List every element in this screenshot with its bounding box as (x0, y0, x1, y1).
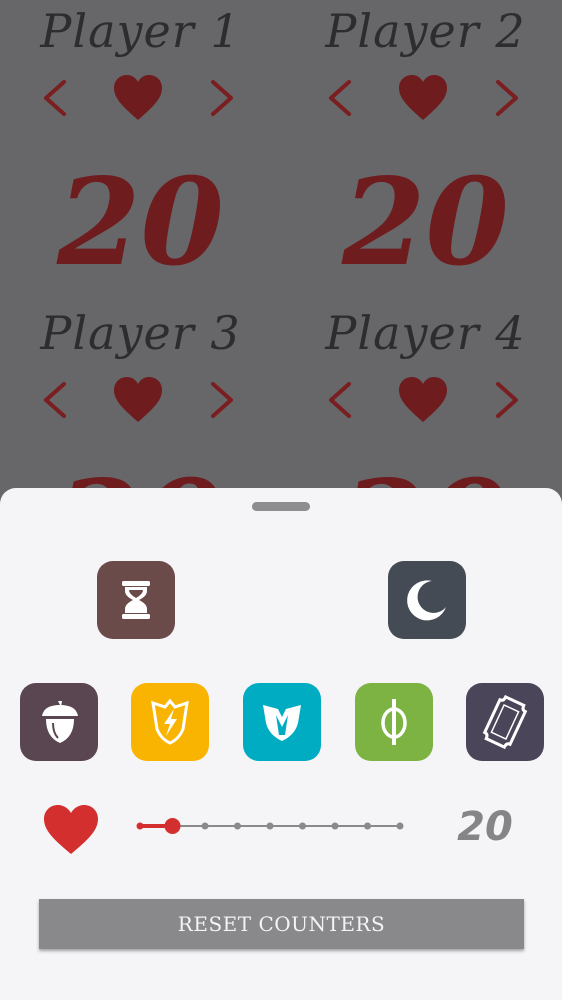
mask-icon (263, 705, 301, 741)
energy-counter-button[interactable] (131, 683, 209, 761)
player-controls (0, 374, 281, 426)
night-mode-button[interactable] (388, 561, 466, 639)
chevron-left-icon[interactable] (325, 78, 355, 118)
player-name[interactable]: Player 1 (0, 4, 281, 58)
player-name[interactable]: Player 3 (0, 306, 281, 360)
heart-icon (44, 805, 98, 854)
slider-tick (364, 822, 371, 830)
commander-counter-button[interactable] (355, 683, 433, 761)
chevron-right-icon[interactable] (207, 78, 237, 118)
slider-tick (201, 822, 209, 830)
slider-tick (234, 822, 241, 830)
chevron-left-icon[interactable] (40, 78, 70, 118)
phi-icon (381, 699, 407, 745)
slider-tick (136, 822, 144, 830)
chevron-right-icon[interactable] (492, 380, 522, 420)
player-controls (285, 72, 562, 124)
lightning-shield-icon (151, 698, 189, 745)
chevron-right-icon[interactable] (207, 380, 237, 420)
starting-life-slider[interactable] (130, 808, 420, 848)
player-name[interactable]: Player 2 (285, 4, 562, 58)
player-panel-1: Player 1 20 (0, 0, 281, 300)
ticket-icon (482, 694, 528, 750)
slider-thumb[interactable] (164, 818, 181, 834)
life-total[interactable]: 20 (285, 158, 562, 288)
chevron-left-icon[interactable] (325, 380, 355, 420)
acorn-icon (42, 701, 78, 743)
hourglass-icon (122, 581, 150, 619)
slider-tick (266, 822, 274, 830)
slider-tick (299, 822, 306, 830)
reset-counters-button[interactable]: RESET COUNTERS (39, 899, 524, 949)
chevron-left-icon[interactable] (40, 380, 70, 420)
starting-life-value: 20 (457, 804, 513, 850)
player-name[interactable]: Player 4 (285, 306, 562, 360)
player-controls (0, 72, 281, 124)
moon-icon (407, 580, 446, 621)
ticket-counter-button[interactable] (466, 683, 544, 761)
timer-button[interactable] (97, 561, 175, 639)
experience-counter-button[interactable] (243, 683, 321, 761)
settings-bottom-sheet: 20 RESET COUNTERS (0, 488, 562, 1000)
drag-handle[interactable] (252, 502, 310, 511)
poison-counter-button[interactable] (20, 683, 98, 761)
heart-icon[interactable] (397, 376, 449, 424)
slider-tick (396, 822, 404, 830)
chevron-right-icon[interactable] (492, 78, 522, 118)
life-total[interactable]: 20 (0, 158, 281, 288)
heart-icon[interactable] (397, 74, 449, 122)
slider-tick (331, 822, 339, 830)
heart-icon[interactable] (112, 74, 164, 122)
player-panel-2: Player 2 20 (285, 0, 562, 300)
heart-icon[interactable] (112, 376, 164, 424)
player-controls (285, 374, 562, 426)
